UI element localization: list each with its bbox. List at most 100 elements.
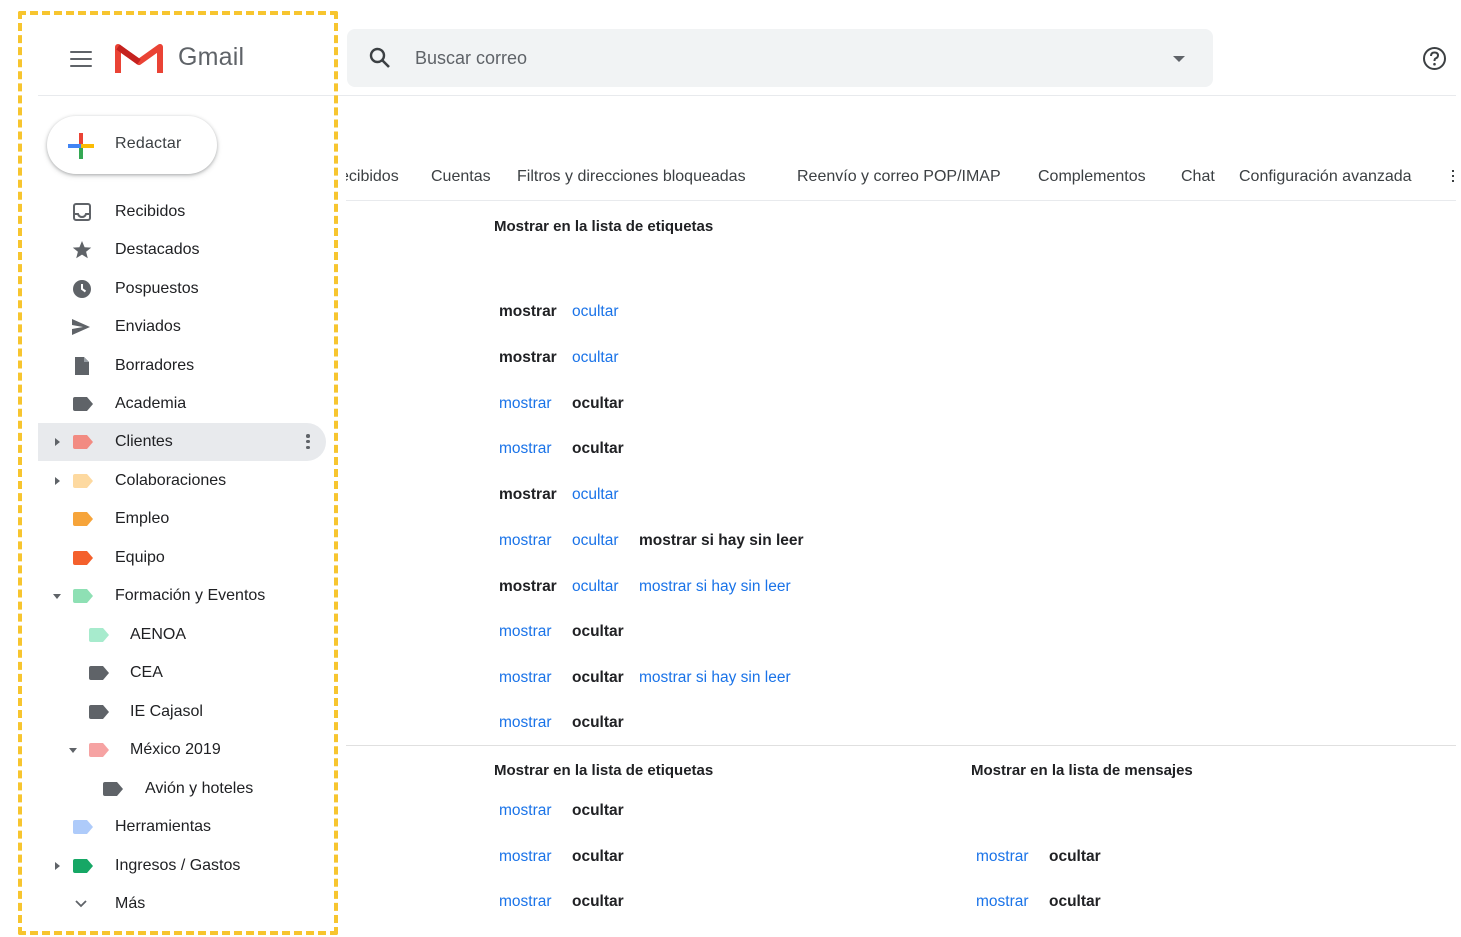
tab-recibidos[interactable]: ecibidos	[346, 168, 399, 186]
search-input[interactable]	[415, 47, 1115, 69]
expand-caret-icon[interactable]	[55, 438, 60, 446]
sidebar-item-avion-y-hoteles[interactable]: Avión y hoteles	[38, 770, 326, 808]
message-list-hide-option: ocultar	[1049, 893, 1101, 910]
show-option[interactable]: mostrar	[499, 893, 552, 911]
expand-caret-icon[interactable]	[55, 477, 60, 485]
sidebar-item-ie-cajasol[interactable]: IE Cajasol	[38, 693, 326, 731]
sidebar-item-label: Más	[115, 895, 146, 912]
settings-tabs: ecibidos Cuentas Filtros y direcciones b…	[346, 166, 1456, 190]
collapse-caret-icon[interactable]	[53, 594, 61, 599]
sidebar-item-label: Destacados	[115, 241, 200, 258]
sidebar-item-label: Equipo	[115, 549, 165, 566]
tabs-divider	[346, 200, 1456, 201]
collapse-caret-icon[interactable]	[69, 748, 77, 753]
sidebar-item-destacados[interactable]: Destacados	[38, 231, 326, 269]
sidebar-item-label: Clientes	[115, 433, 173, 450]
sidebar-item-aenoa[interactable]: AENOA	[38, 616, 326, 654]
label-tag-icon	[89, 743, 109, 757]
tab-complementos[interactable]: Complementos	[1038, 168, 1146, 186]
show-if-unread-option: mostrar si hay sin leer	[639, 532, 804, 549]
tab-filtros[interactable]: Filtros y direcciones bloqueadas	[517, 168, 746, 186]
section-divider	[346, 745, 1456, 746]
show-option: mostrar	[499, 303, 557, 320]
show-option: mostrar	[499, 486, 557, 503]
hide-option[interactable]: ocultar	[572, 303, 619, 321]
sidebar-item-academia[interactable]: Academia	[38, 385, 326, 423]
label-tag-icon	[103, 782, 123, 796]
sidebar-item-label: Recibidos	[115, 203, 186, 220]
label-tag-icon	[73, 859, 93, 873]
sidebar-item-herramientas[interactable]: Herramientas	[38, 808, 326, 846]
sidebar-item-label: México 2019	[130, 741, 221, 758]
sidebar-item-label: Herramientas	[115, 818, 212, 835]
hide-option[interactable]: ocultar	[572, 486, 619, 504]
sidebar-item-label: Avión y hoteles	[145, 780, 254, 797]
show-option[interactable]: mostrar	[499, 532, 552, 550]
sidebar-item-borradores[interactable]: Borradores	[38, 347, 326, 385]
sidebar-item-mexico-2019[interactable]: México 2019	[38, 731, 326, 769]
sidebar-item-colaboraciones[interactable]: Colaboraciones	[38, 462, 326, 500]
search-options-dropdown-icon[interactable]	[1173, 56, 1185, 62]
tab-chat[interactable]: Chat	[1181, 168, 1215, 186]
label-tag-icon	[73, 551, 93, 565]
tab-configuracion-avanzada[interactable]: Configuración avanzada	[1239, 168, 1412, 186]
sidebar-item-label: Colaboraciones	[115, 472, 227, 489]
sidebar-item-clientes[interactable]: Clientes	[38, 423, 326, 461]
section-heading-messages: Mostrar en la lista de mensajes	[971, 762, 1193, 779]
tab-cuentas[interactable]: Cuentas	[431, 168, 491, 186]
plus-icon	[68, 133, 94, 159]
hide-option[interactable]: ocultar	[572, 349, 619, 367]
show-option[interactable]: mostrar	[499, 802, 552, 820]
search-icon[interactable]	[369, 47, 391, 69]
sidebar-item-empleo[interactable]: Empleo	[38, 500, 326, 538]
label-tag-icon	[89, 628, 109, 642]
label-tag-icon	[73, 512, 93, 526]
show-option[interactable]: mostrar	[499, 848, 552, 866]
sidebar-item-label: CEA	[130, 664, 163, 681]
chevron-down-icon	[75, 900, 87, 908]
show-option: mostrar	[499, 349, 557, 366]
hide-option: ocultar	[572, 395, 624, 412]
hide-option: ocultar	[572, 893, 624, 910]
show-option[interactable]: mostrar	[499, 623, 552, 641]
hide-option: ocultar	[572, 623, 624, 640]
hide-option[interactable]: ocultar	[572, 578, 619, 596]
help-icon[interactable]	[1422, 46, 1447, 71]
compose-button[interactable]: Redactar	[47, 116, 217, 174]
sidebar-item-recibidos[interactable]: Recibidos	[38, 193, 326, 231]
show-option[interactable]: mostrar	[499, 669, 552, 687]
show-option[interactable]: mostrar	[499, 395, 552, 413]
sidebar-item-mas[interactable]: Más	[38, 885, 326, 923]
compose-label: Redactar	[115, 135, 182, 152]
inbox-icon	[73, 203, 91, 221]
sidebar-item-enviados[interactable]: Enviados	[38, 308, 326, 346]
sidebar-item-label: AENOA	[130, 626, 187, 643]
show-if-unread-option[interactable]: mostrar si hay sin leer	[639, 669, 791, 687]
show-if-unread-option[interactable]: mostrar si hay sin leer	[639, 578, 791, 596]
main-menu-button[interactable]	[66, 46, 96, 72]
tabs-overflow-icon[interactable]	[1452, 170, 1454, 184]
show-option[interactable]: mostrar	[499, 714, 552, 732]
show-option[interactable]: mostrar	[499, 440, 552, 458]
gmail-logo[interactable]	[115, 40, 163, 76]
hide-option: ocultar	[572, 669, 624, 686]
sidebar-item-label: Borradores	[115, 357, 195, 374]
sidebar-item-cea[interactable]: CEA	[38, 654, 326, 692]
expand-caret-icon[interactable]	[55, 862, 60, 870]
hide-option: ocultar	[572, 714, 624, 731]
message-list-show-option[interactable]: mostrar	[976, 893, 1029, 911]
star-icon	[72, 241, 92, 259]
gmail-wordmark: Gmail	[178, 43, 245, 71]
more-options-icon[interactable]	[306, 434, 310, 450]
sidebar-item-equipo[interactable]: Equipo	[38, 539, 326, 577]
message-list-show-option[interactable]: mostrar	[976, 848, 1029, 866]
sidebar-item-ingresos-gastos[interactable]: Ingresos / Gastos	[38, 847, 326, 885]
sidebar-item-pospuestos[interactable]: Pospuestos	[38, 270, 326, 308]
draft-icon	[75, 357, 89, 375]
search-bar	[347, 29, 1213, 87]
sidebar-item-formacion-y-eventos[interactable]: Formación y Eventos	[38, 577, 326, 615]
tab-reenvio-pop-imap[interactable]: Reenvío y correo POP/IMAP	[797, 168, 1001, 186]
label-tag-icon	[73, 397, 93, 411]
hide-option[interactable]: ocultar	[572, 532, 619, 550]
message-list-hide-option: ocultar	[1049, 848, 1101, 865]
